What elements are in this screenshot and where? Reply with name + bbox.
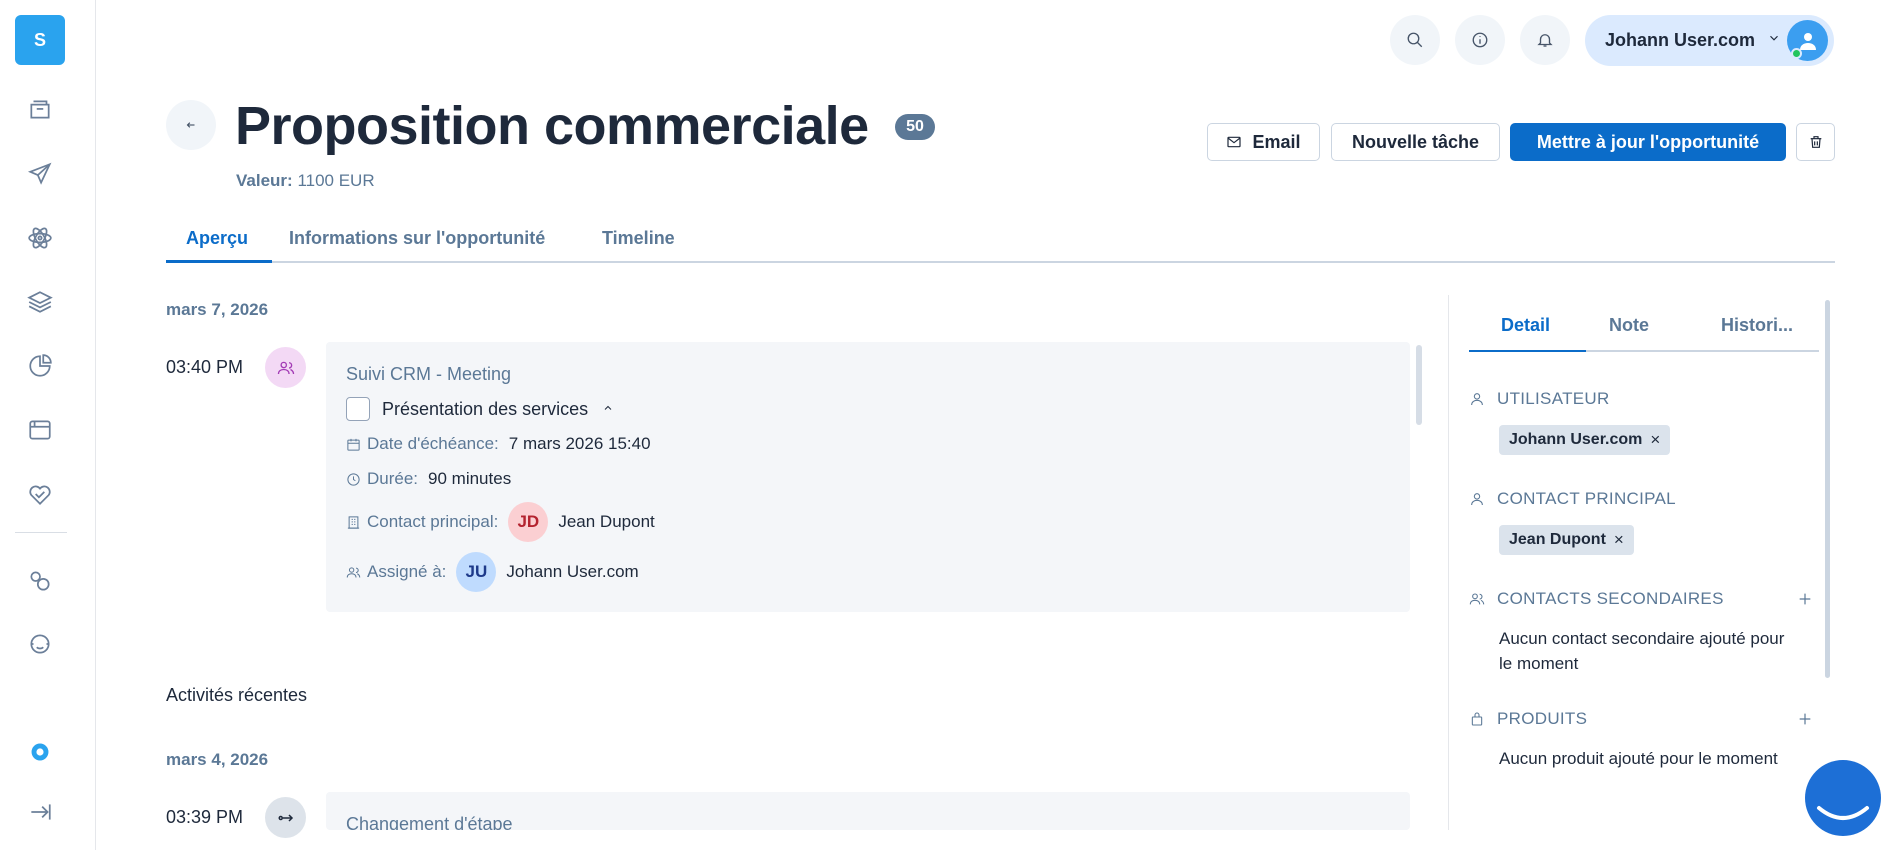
main-contact-section-header: CONTACT PRINCIPAL (1469, 489, 1676, 509)
folder-icon[interactable] (24, 94, 56, 126)
tab-timeline[interactable]: Timeline (602, 228, 675, 249)
online-status-dot (1791, 48, 1802, 59)
tab-note[interactable]: Note (1609, 315, 1649, 336)
delete-button[interactable] (1796, 123, 1835, 161)
contact-avatar: JD (508, 502, 549, 542)
timeline-time: 03:39 PM (166, 807, 244, 827)
secondary-contacts-section-header: CONTACTS SECONDAIRES (1469, 589, 1724, 609)
timeline-scrollbar[interactable] (1416, 345, 1422, 425)
clock-icon (347, 472, 360, 486)
products-section-header: PRODUITS (1469, 709, 1587, 729)
plus-icon (1799, 593, 1811, 605)
bell-icon (1537, 34, 1553, 47)
users-icon (346, 566, 361, 578)
meeting-icon (265, 347, 306, 388)
tab-overview[interactable]: Aperçu (186, 228, 248, 249)
info-button[interactable] (1455, 15, 1505, 65)
window-icon[interactable] (24, 414, 56, 446)
main-tabs: Aperçu Informations sur l'opportunité Ti… (166, 225, 1835, 263)
notifications-button[interactable] (1520, 15, 1570, 65)
chat-support-button[interactable] (1805, 760, 1881, 836)
chevron-down-icon (1767, 31, 1781, 45)
user-icon (1471, 393, 1483, 406)
users-icon (1469, 593, 1485, 605)
activity-title: Suivi CRM - Meeting (346, 364, 512, 384)
shopping-bag-icon (1471, 712, 1483, 726)
mail-icon (1227, 136, 1242, 148)
timeline-time: 03:40 PM (166, 357, 244, 377)
timeline-date: mars 7, 2026 (166, 300, 269, 319)
contact-row: Contact principal: JD Jean Dupont (346, 502, 655, 542)
atom-icon[interactable] (24, 222, 56, 254)
sidebar-divider (15, 532, 67, 533)
recent-activities-heading: Activités récentes (166, 685, 308, 705)
opportunity-value: Valeur: 1100 EUR (236, 171, 375, 190)
user-section-header: UTILISATEUR (1469, 389, 1610, 409)
assignee-name[interactable]: Johann User.com (506, 562, 638, 582)
calendar-icon (347, 438, 360, 451)
building-icon (347, 515, 360, 529)
new-task-button[interactable]: Nouvelle tâche (1331, 123, 1500, 161)
count-badge: 50 (895, 114, 935, 140)
connections-icon[interactable] (24, 565, 56, 597)
update-opportunity-button[interactable]: Mettre à jour l'opportunité (1510, 123, 1786, 161)
active-tab-indicator (1469, 350, 1586, 352)
panel-scrollbar[interactable] (1825, 300, 1830, 678)
active-tab-indicator (166, 260, 272, 263)
close-icon[interactable]: × (1650, 430, 1660, 450)
due-date-row: Date d'échéance: 7 mars 2026 15:40 (346, 434, 651, 454)
logout-icon[interactable] (24, 796, 56, 828)
activity-card: Suivi CRM - Meeting Présentation des ser… (326, 342, 1410, 612)
user-menu[interactable]: Johann User.com (1585, 15, 1834, 66)
app-logo[interactable]: S (15, 15, 65, 65)
detail-tabs: Detail Note Histori... (1469, 315, 1819, 352)
search-button[interactable] (1390, 15, 1440, 65)
task-row: Présentation des services (346, 397, 614, 421)
stage-change-icon (265, 797, 306, 838)
page-title: Proposition commerciale (235, 96, 869, 156)
smile-icon (1817, 806, 1869, 820)
settings-icon[interactable] (24, 736, 56, 768)
add-product-button[interactable] (1797, 711, 1813, 727)
contact-name[interactable]: Jean Dupont (558, 512, 654, 532)
pie-chart-icon[interactable] (24, 350, 56, 382)
close-icon[interactable]: × (1614, 530, 1624, 550)
main-contact-chip: Jean Dupont × (1499, 525, 1634, 555)
add-secondary-contact-button[interactable] (1797, 591, 1813, 607)
search-icon (1407, 32, 1423, 48)
sidebar: S (0, 0, 96, 850)
user-chip: Johann User.com × (1499, 425, 1671, 455)
heart-handshake-icon[interactable] (24, 478, 56, 510)
user-name: Johann User.com (1605, 30, 1756, 50)
secondary-contacts-empty: Aucun contact secondaire ajouté pour le … (1499, 629, 1785, 673)
products-empty: Aucun produit ajouté pour le moment (1499, 749, 1778, 768)
task-label: Présentation des services (382, 398, 589, 419)
trash-icon (1810, 136, 1821, 148)
back-button[interactable] (166, 100, 216, 150)
tab-opportunity-info[interactable]: Informations sur l'opportunité (289, 228, 545, 249)
assigned-row: Assigné à: JU Johann User.com (346, 552, 639, 592)
tab-detail[interactable]: Detail (1501, 315, 1550, 336)
duration-row: Durée: 90 minutes (346, 469, 511, 489)
user-icon (1471, 493, 1483, 506)
detail-panel: Detail Note Histori... UTILISATEUR Johan… (1448, 295, 1830, 830)
arrow-left-icon (186, 122, 195, 128)
support-icon[interactable] (24, 628, 56, 660)
task-checkbox[interactable] (346, 397, 370, 421)
chevron-up-icon[interactable] (602, 399, 614, 419)
send-icon[interactable] (24, 158, 56, 190)
assignee-avatar: JU (456, 552, 497, 592)
layers-icon[interactable] (24, 286, 56, 318)
timeline-date: mars 4, 2026 (166, 750, 269, 769)
info-icon (1472, 32, 1488, 48)
email-button[interactable]: Email (1207, 123, 1320, 161)
plus-icon (1799, 713, 1811, 725)
tab-history[interactable]: Histori... (1721, 315, 1793, 336)
activity-title: Changement d'étape (346, 814, 513, 830)
activity-card: Changement d'étape (326, 792, 1410, 830)
